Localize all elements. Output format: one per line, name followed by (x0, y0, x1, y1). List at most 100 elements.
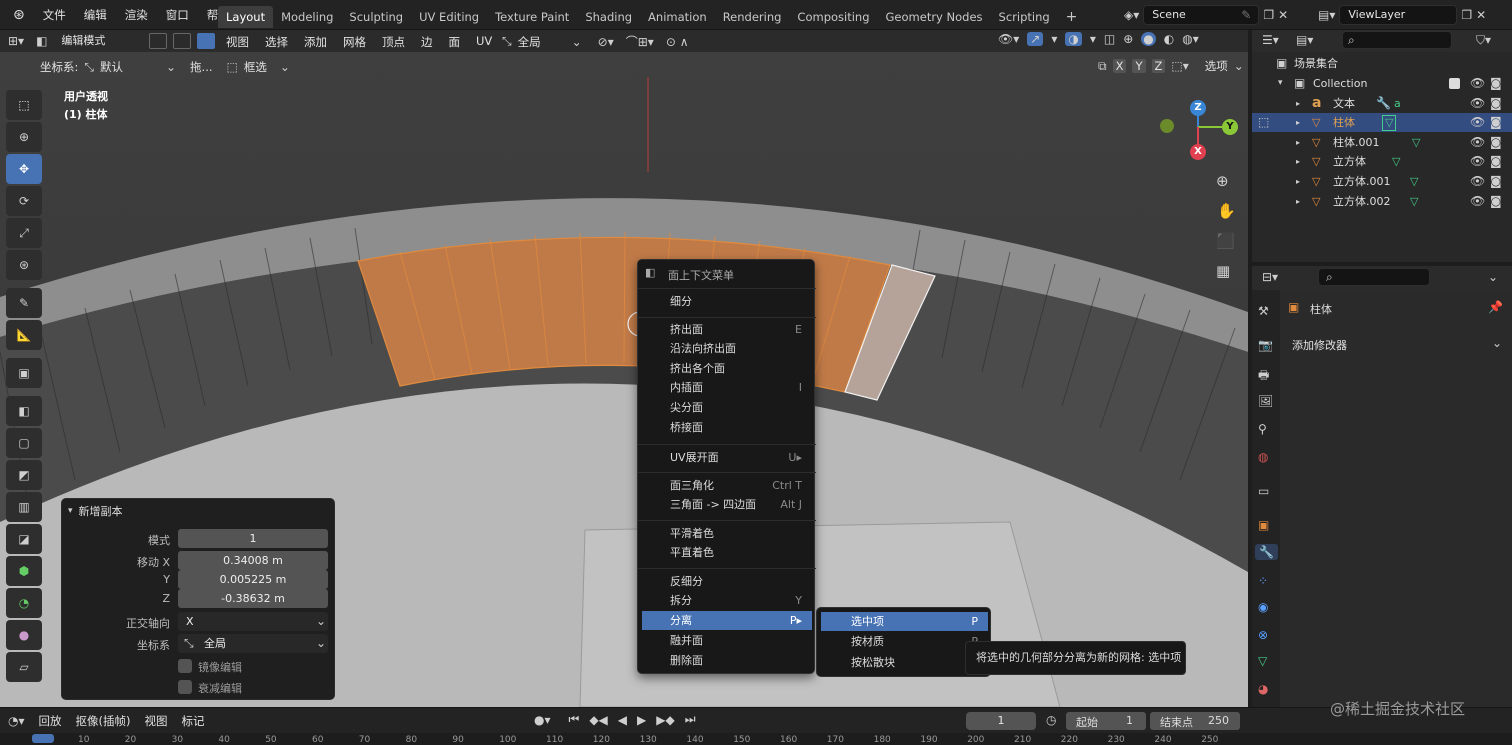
mirror-y-toggle[interactable]: Y (1132, 59, 1146, 73)
render-icon[interactable]: ◙ (1490, 113, 1502, 132)
move-y-field[interactable]: 0.005225 m (178, 570, 328, 589)
tab-compositing[interactable]: Compositing (789, 6, 877, 28)
constraints-tab-icon[interactable]: ⊗ (1258, 628, 1268, 642)
mode-select[interactable]: 编辑模式 (53, 32, 140, 50)
menu-item-dissolve-faces[interactable]: 融并面 (642, 631, 812, 650)
collapse-icon[interactable]: ▾ (68, 506, 73, 516)
constraint-axis-select[interactable]: X (178, 612, 328, 631)
display-mode-icon[interactable]: ▤▾ (1296, 33, 1313, 47)
jump-keyframe-back-icon[interactable]: ◆◀ (589, 713, 607, 727)
camera-icon[interactable]: ⬛ (1216, 232, 1235, 250)
proportional-edit-icon[interactable]: ⊙ ∧ (666, 35, 689, 49)
properties-search-input[interactable] (1318, 268, 1430, 286)
record-icon[interactable]: ●▾ (534, 713, 551, 727)
tab-layout[interactable]: Layout (218, 6, 274, 28)
gizmo-neg-y[interactable] (1160, 119, 1174, 133)
play-reverse-icon[interactable]: ◀ (618, 713, 627, 727)
visibility-icon[interactable]: 👁 (1470, 74, 1485, 93)
shading-material-icon[interactable]: ◐ (1164, 32, 1174, 46)
visibility-icon[interactable]: 👁 (1470, 192, 1485, 211)
menu-marker[interactable]: 标记 (181, 713, 204, 729)
visibility-icon[interactable]: 👁▾ (998, 32, 1019, 46)
outliner-scene-collection[interactable]: ▣ 场景集合 (1252, 54, 1512, 73)
menu-window[interactable]: 窗口 (157, 7, 198, 23)
menu-vertex[interactable]: 顶点 (382, 34, 405, 50)
new-viewlayer-icon[interactable]: ❐ (1461, 8, 1472, 22)
current-frame-field[interactable]: 1 (966, 712, 1036, 730)
bevel-tool-icon[interactable]: ◩ (6, 460, 42, 490)
menu-keying[interactable]: 抠像(插帧) (76, 713, 131, 729)
jump-keyframe-forward-icon[interactable]: ▶◆ (656, 713, 674, 727)
menu-item-uv-unwrap[interactable]: UV展开面 U▸ (642, 448, 812, 467)
annotate-tool-icon[interactable]: ✎ (6, 288, 42, 318)
playhead[interactable] (32, 734, 54, 743)
jump-end-icon[interactable]: ⏭ (685, 712, 696, 727)
modifier-tab-icon[interactable]: 🔧 (1255, 544, 1278, 560)
delete-viewlayer-icon[interactable]: ✕ (1476, 8, 1486, 22)
render-icon[interactable]: ◙ (1490, 172, 1502, 191)
mesh-options-icon[interactable]: ⬚▾ (1171, 59, 1188, 73)
gizmo-y-handle[interactable]: Y (1222, 119, 1238, 135)
viewlayer-field[interactable]: ViewLayer (1339, 5, 1458, 25)
measure-tool-icon[interactable]: 📐 (6, 320, 42, 350)
edge-select-button[interactable] (173, 33, 192, 49)
visibility-icon[interactable]: 👁 (1470, 94, 1485, 113)
add-modifier-button[interactable]: 添加修改器 ⌄ (1286, 334, 1504, 354)
menu-mesh[interactable]: 网格 (343, 34, 366, 50)
select-box-tool-icon[interactable]: ⬚ (6, 90, 42, 120)
pin-icon[interactable]: ✎ (1241, 8, 1251, 22)
editor-type-icon[interactable]: ⊟▾ (1262, 270, 1278, 284)
object-tab-icon[interactable]: ▣ (1258, 518, 1269, 532)
tab-shading[interactable]: Shading (577, 6, 640, 28)
xray-toggle-icon[interactable]: ◫ (1104, 32, 1115, 46)
tool-tab-icon[interactable]: ⚒ (1258, 304, 1269, 318)
clock-icon[interactable]: ◷ (1046, 713, 1056, 727)
outliner-object-cube-002[interactable]: ▸ ▽ 立方体.002 ▽ 👁 ◙ (1252, 192, 1512, 211)
jump-start-icon[interactable]: ⏮ (569, 712, 580, 727)
menu-item-shade-flat[interactable]: 平直着色 (642, 543, 812, 562)
tab-sculpting[interactable]: Sculpting (341, 6, 411, 28)
mirror-icon[interactable]: ⧉ (1098, 59, 1107, 74)
render-icon[interactable]: ◙ (1490, 74, 1502, 93)
menu-item-triangulate[interactable]: 面三角化 Ctrl T (642, 476, 812, 495)
render-icon[interactable]: ◙ (1490, 94, 1502, 113)
new-scene-icon[interactable]: ❐ (1263, 8, 1274, 22)
options-dropdown[interactable]: 选项 (1205, 58, 1228, 74)
menu-item-extrude-along-normals[interactable]: 沿法向挤出面 (642, 339, 812, 358)
menu-select[interactable]: 选择 (265, 34, 288, 50)
render-icon[interactable]: ◙ (1490, 192, 1502, 211)
view-layer-tab-icon[interactable]: 🖼 (1258, 394, 1273, 408)
shading-wireframe-icon[interactable]: ⊕ (1123, 32, 1133, 46)
poly-build-tool-icon[interactable]: ⬢ (6, 556, 42, 586)
editor-type-icon[interactable]: ⊞▾ (8, 34, 24, 48)
menu-face[interactable]: 面 (449, 34, 461, 50)
expand-icon[interactable]: ▾ (1278, 74, 1283, 93)
menu-playback[interactable]: 回放 (39, 713, 62, 729)
tab-scripting[interactable]: Scripting (991, 6, 1058, 28)
loop-cut-tool-icon[interactable]: ▥ (6, 492, 42, 522)
menu-item-inset-faces[interactable]: 内插面 I (642, 378, 812, 397)
shear-tool-icon[interactable]: ▱ (6, 652, 42, 682)
menu-item-split[interactable]: 拆分 Y (642, 591, 812, 610)
menu-render[interactable]: 渲染 (116, 7, 157, 23)
transform-tool-icon[interactable]: ⊛ (6, 250, 42, 280)
menu-item-extrude-faces[interactable]: 挤出面 E (642, 320, 812, 339)
mirror-x-toggle[interactable]: X (1112, 59, 1127, 73)
menu-view[interactable]: 视图 (226, 34, 249, 50)
data-tab-icon[interactable]: ▽ (1258, 654, 1267, 668)
menu-item-separate[interactable]: 分离 P▸ (642, 611, 812, 630)
extrude-tool-icon[interactable]: ◧ (6, 396, 42, 426)
scale-tool-icon[interactable]: ⤢ (6, 218, 42, 248)
particles-tab-icon[interactable]: ⁘ (1258, 574, 1268, 588)
render-icon[interactable]: ◙ (1490, 133, 1502, 152)
menu-edit[interactable]: 编辑 (75, 7, 116, 23)
move-x-field[interactable]: 0.34008 m (178, 551, 328, 570)
material-tab-icon[interactable]: ◕ (1258, 682, 1268, 696)
blender-logo-icon[interactable]: ⊛ (4, 7, 34, 23)
overlay-toggle-icon[interactable]: ◑ (1065, 32, 1082, 46)
move-z-field[interactable]: -0.38632 m (178, 589, 328, 608)
outliner-search-input[interactable] (1342, 31, 1452, 49)
menu-item-shade-smooth[interactable]: 平滑着色 (642, 524, 812, 543)
rotate-tool-icon[interactable]: ⟳ (6, 186, 42, 216)
proportional-edit-checkbox[interactable] (178, 680, 192, 694)
